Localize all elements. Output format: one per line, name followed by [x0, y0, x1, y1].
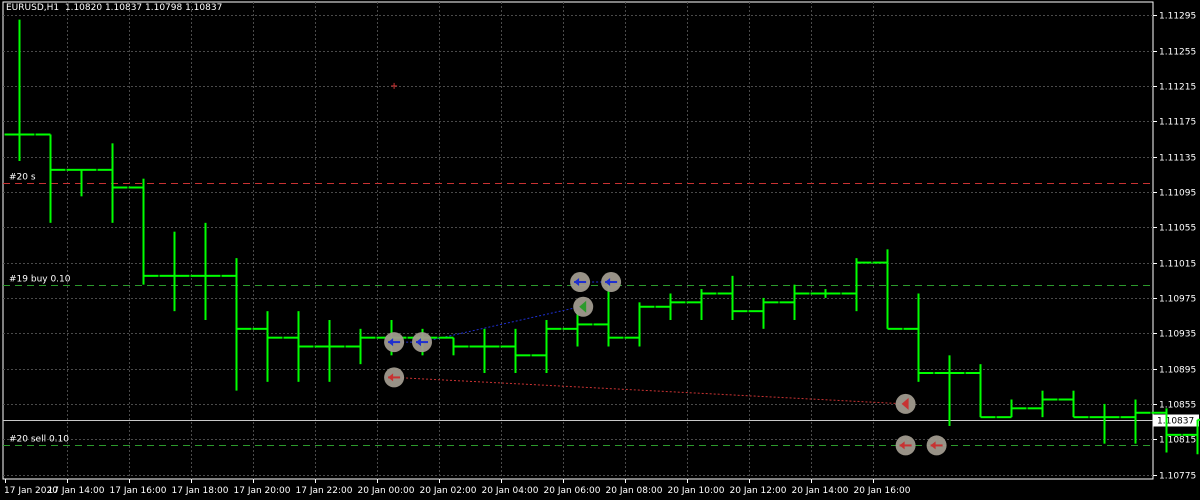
y-tick-label: 1.11255	[1159, 48, 1196, 58]
x-tick-label: 20 Jan 00:00	[358, 486, 415, 496]
level-label: #20 sell 0.10	[9, 435, 69, 445]
chart-window[interactable]: EURUSD,H1 1.10820 1.10837 1.10798 1.1083…	[0, 0, 1200, 500]
y-tick-label: 1.10775	[1159, 472, 1196, 482]
y-tick-label: 1.10855	[1159, 401, 1196, 411]
y-tick-label: 1.10815	[1159, 436, 1196, 446]
x-tick-label: 20 Jan 08:00	[606, 486, 663, 496]
y-tick-label: 1.11295	[1159, 12, 1196, 22]
y-tick-label: 1.11175	[1159, 118, 1196, 128]
x-tick-label: 17 Jan 22:00	[296, 486, 353, 496]
x-tick-label: 20 Jan 02:00	[420, 486, 477, 496]
trade-line	[394, 376, 906, 405]
x-tick-label: 17 Jan 20:00	[234, 486, 291, 496]
x-tick-label: 20 Jan 04:00	[482, 486, 539, 496]
x-tick-label: 17 Jan 14:00	[48, 486, 105, 496]
x-tick-label: 20 Jan 12:00	[730, 486, 787, 496]
x-tick-label: 20 Jan 10:00	[668, 486, 725, 496]
y-tick-label: 1.11215	[1159, 83, 1196, 93]
x-tick-label: 20 Jan 06:00	[544, 486, 601, 496]
level-label: #19 buy 0.10	[9, 275, 71, 285]
x-tick-label: 20 Jan 16:00	[854, 486, 911, 496]
price-chart[interactable]: 1.11295 1.11255 1.11215 1.11175 1.11135 1.110…	[0, 0, 1200, 500]
x-tick-label: 20 Jan 14:00	[792, 486, 849, 496]
y-tick-label: 1.10935	[1159, 330, 1196, 340]
x-tick-label: 17 Jan 18:00	[172, 486, 229, 496]
y-tick-label: 1.11055	[1159, 224, 1196, 234]
y-tick-label: 1.11015	[1159, 260, 1196, 270]
y-tick-label: 1.10895	[1159, 366, 1196, 376]
level-label: #20 s	[9, 173, 36, 183]
x-tick-label: 17 Jan 16:00	[110, 486, 167, 496]
y-tick-label: 1.10975	[1159, 295, 1196, 305]
y-tick-label: 1.11095	[1159, 189, 1196, 199]
y-tick-label: 1.11135	[1159, 154, 1196, 164]
current-price-label: 1.10837	[1157, 417, 1194, 427]
